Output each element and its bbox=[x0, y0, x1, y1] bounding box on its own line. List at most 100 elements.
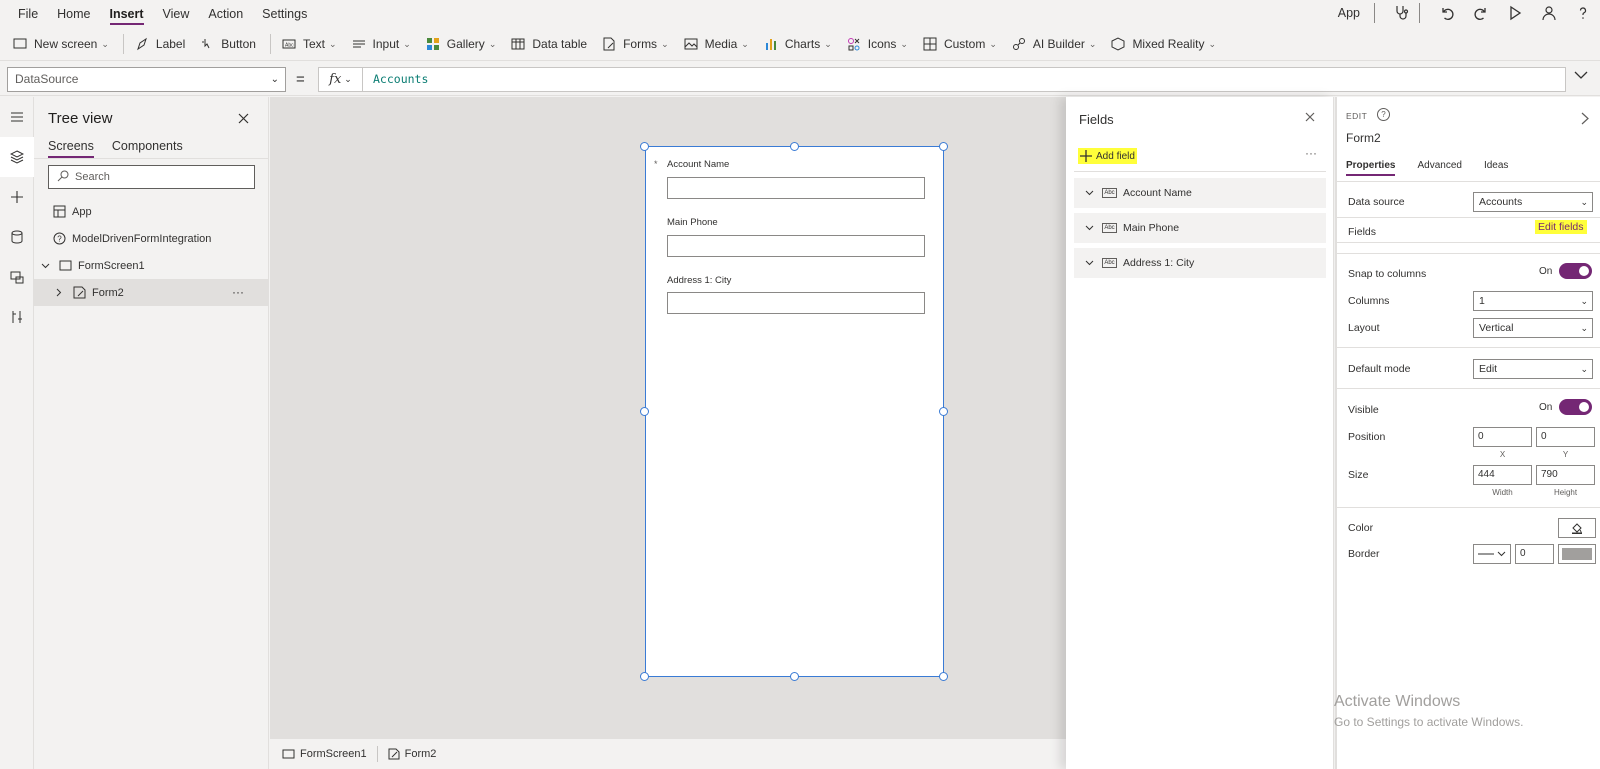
more-options-icon[interactable]: ··· bbox=[1305, 146, 1317, 160]
ai-builder-menu[interactable]: AI Builder ⌄ bbox=[1011, 31, 1096, 57]
field-item[interactable]: Abc Main Phone bbox=[1074, 213, 1326, 243]
search-input[interactable]: Search bbox=[48, 165, 255, 189]
tree-node-integration[interactable]: ? ModelDrivenFormIntegration bbox=[34, 225, 269, 252]
help-icon[interactable]: ? bbox=[1377, 108, 1390, 121]
redo-icon[interactable] bbox=[1464, 0, 1498, 26]
component-icon bbox=[922, 36, 938, 52]
tree-node-form2[interactable]: Form2 ··· bbox=[34, 279, 269, 306]
border-style-dropdown[interactable] bbox=[1473, 544, 1511, 564]
custom-menu[interactable]: Custom ⌄ bbox=[922, 31, 997, 57]
tab-advanced[interactable]: Advanced bbox=[1417, 160, 1461, 176]
menu-file[interactable]: File bbox=[18, 0, 38, 28]
resize-handle[interactable] bbox=[640, 672, 649, 681]
menu-home[interactable]: Home bbox=[57, 0, 90, 28]
form-control[interactable]: * Account Name Main Phone Address 1: Cit… bbox=[645, 146, 944, 677]
resize-handle[interactable] bbox=[939, 672, 948, 681]
hamburger-icon[interactable] bbox=[0, 97, 34, 137]
breadcrumb-control[interactable]: Form2 bbox=[388, 748, 436, 760]
tab-ideas[interactable]: Ideas bbox=[1484, 160, 1508, 176]
toggle-switch[interactable] bbox=[1559, 263, 1593, 279]
tab-components[interactable]: Components bbox=[112, 139, 183, 158]
media-menu[interactable]: Media ⌄ bbox=[683, 31, 749, 57]
media-icon[interactable] bbox=[0, 257, 34, 297]
toggle-switch[interactable] bbox=[1559, 399, 1593, 415]
fx-button[interactable]: fx ⌄ bbox=[319, 68, 363, 91]
default-mode-dropdown[interactable]: Edit ⌄ bbox=[1473, 359, 1593, 379]
field-item[interactable]: Abc Account Name bbox=[1074, 178, 1326, 208]
resize-handle[interactable] bbox=[790, 142, 799, 151]
color-picker-button[interactable] bbox=[1558, 518, 1596, 538]
close-icon[interactable] bbox=[234, 109, 252, 127]
position-x-input[interactable]: 0 bbox=[1473, 427, 1532, 447]
tab-properties[interactable]: Properties bbox=[1346, 160, 1396, 176]
play-icon[interactable] bbox=[1498, 0, 1532, 26]
address-city-field[interactable] bbox=[667, 292, 925, 314]
tree-view-icon[interactable] bbox=[0, 137, 34, 177]
chevron-down-icon[interactable] bbox=[38, 259, 52, 273]
height-input[interactable]: 790 bbox=[1536, 465, 1595, 485]
tree-node-label: ModelDrivenFormIntegration bbox=[72, 232, 212, 245]
input-menu[interactable]: Input ⌄ bbox=[351, 31, 411, 57]
chevron-down-icon[interactable] bbox=[1082, 190, 1096, 196]
position-y-input[interactable]: 0 bbox=[1536, 427, 1595, 447]
app-checker-icon[interactable] bbox=[1385, 0, 1419, 26]
text-menu[interactable]: Abc Text ⌄ bbox=[281, 31, 337, 57]
tree-node-formscreen1[interactable]: FormScreen1 bbox=[34, 252, 269, 279]
chevron-right-icon[interactable] bbox=[1581, 112, 1589, 128]
insert-plus-icon[interactable] bbox=[0, 177, 34, 217]
tab-screens[interactable]: Screens bbox=[48, 139, 94, 158]
svg-text:Abc: Abc bbox=[285, 43, 294, 49]
app-label[interactable]: App bbox=[1338, 6, 1360, 20]
property-dropdown[interactable]: DataSource ⌄ bbox=[7, 67, 286, 92]
snap-to-columns-toggle[interactable]: On bbox=[1539, 263, 1593, 279]
resize-handle[interactable] bbox=[939, 142, 948, 151]
resize-handle[interactable] bbox=[640, 142, 649, 151]
expand-formula-icon[interactable] bbox=[1574, 69, 1588, 83]
border-width-input[interactable]: 0 bbox=[1515, 544, 1554, 564]
mixed-reality-menu[interactable]: Mixed Reality ⌄ bbox=[1110, 31, 1216, 57]
gallery-menu[interactable]: Gallery ⌄ bbox=[425, 31, 496, 57]
account-name-field[interactable] bbox=[667, 177, 925, 199]
menu-action[interactable]: Action bbox=[208, 0, 243, 28]
close-icon[interactable] bbox=[1302, 109, 1318, 125]
forms-menu[interactable]: Forms ⌄ bbox=[601, 31, 669, 57]
menu-settings[interactable]: Settings bbox=[262, 0, 307, 28]
resize-handle[interactable] bbox=[640, 407, 649, 416]
label-button[interactable]: Label bbox=[134, 31, 185, 57]
visible-toggle[interactable]: On bbox=[1539, 399, 1593, 415]
undo-icon[interactable] bbox=[1430, 0, 1464, 26]
columns-dropdown[interactable]: 1 ⌄ bbox=[1473, 291, 1593, 311]
width-input[interactable]: 444 bbox=[1473, 465, 1532, 485]
watermark-subtitle: Go to Settings to activate Windows. bbox=[1334, 715, 1524, 729]
chevron-down-icon[interactable] bbox=[1082, 225, 1096, 231]
resize-handle[interactable] bbox=[790, 672, 799, 681]
icons-menu[interactable]: Icons ⌄ bbox=[846, 31, 908, 57]
formula-input[interactable]: fx ⌄ Accounts bbox=[318, 67, 1566, 92]
tree-node-app[interactable]: App bbox=[34, 198, 269, 225]
button-button[interactable]: Button bbox=[199, 31, 256, 57]
charts-menu[interactable]: Charts ⌄ bbox=[763, 31, 832, 57]
main-phone-field[interactable] bbox=[667, 235, 925, 257]
tree-node-label: App bbox=[72, 205, 92, 218]
advanced-tools-icon[interactable] bbox=[0, 297, 34, 337]
screen-icon bbox=[12, 36, 28, 52]
data-source-dropdown[interactable]: Accounts ⌄ bbox=[1473, 192, 1593, 212]
chevron-right-icon[interactable] bbox=[52, 286, 66, 300]
field-item[interactable]: Abc Address 1: City bbox=[1074, 248, 1326, 278]
add-field-button[interactable]: Add field bbox=[1078, 148, 1137, 164]
data-table-button[interactable]: Data table bbox=[510, 31, 587, 57]
text-field-type-icon: Abc bbox=[1102, 258, 1117, 268]
user-icon[interactable] bbox=[1532, 0, 1566, 26]
new-screen-button[interactable]: New screen ⌄ bbox=[12, 31, 109, 57]
breadcrumb-screen[interactable]: FormScreen1 bbox=[282, 748, 367, 760]
help-icon[interactable] bbox=[1566, 0, 1600, 26]
edit-fields-link[interactable]: Edit fields bbox=[1535, 220, 1587, 234]
menu-insert[interactable]: Insert bbox=[109, 0, 144, 28]
menu-view[interactable]: View bbox=[163, 0, 190, 28]
data-icon[interactable] bbox=[0, 217, 34, 257]
border-color-button[interactable] bbox=[1558, 544, 1596, 564]
more-options-icon[interactable]: ··· bbox=[232, 285, 244, 299]
resize-handle[interactable] bbox=[939, 407, 948, 416]
layout-dropdown[interactable]: Vertical ⌄ bbox=[1473, 318, 1593, 338]
chevron-down-icon[interactable] bbox=[1082, 260, 1096, 266]
